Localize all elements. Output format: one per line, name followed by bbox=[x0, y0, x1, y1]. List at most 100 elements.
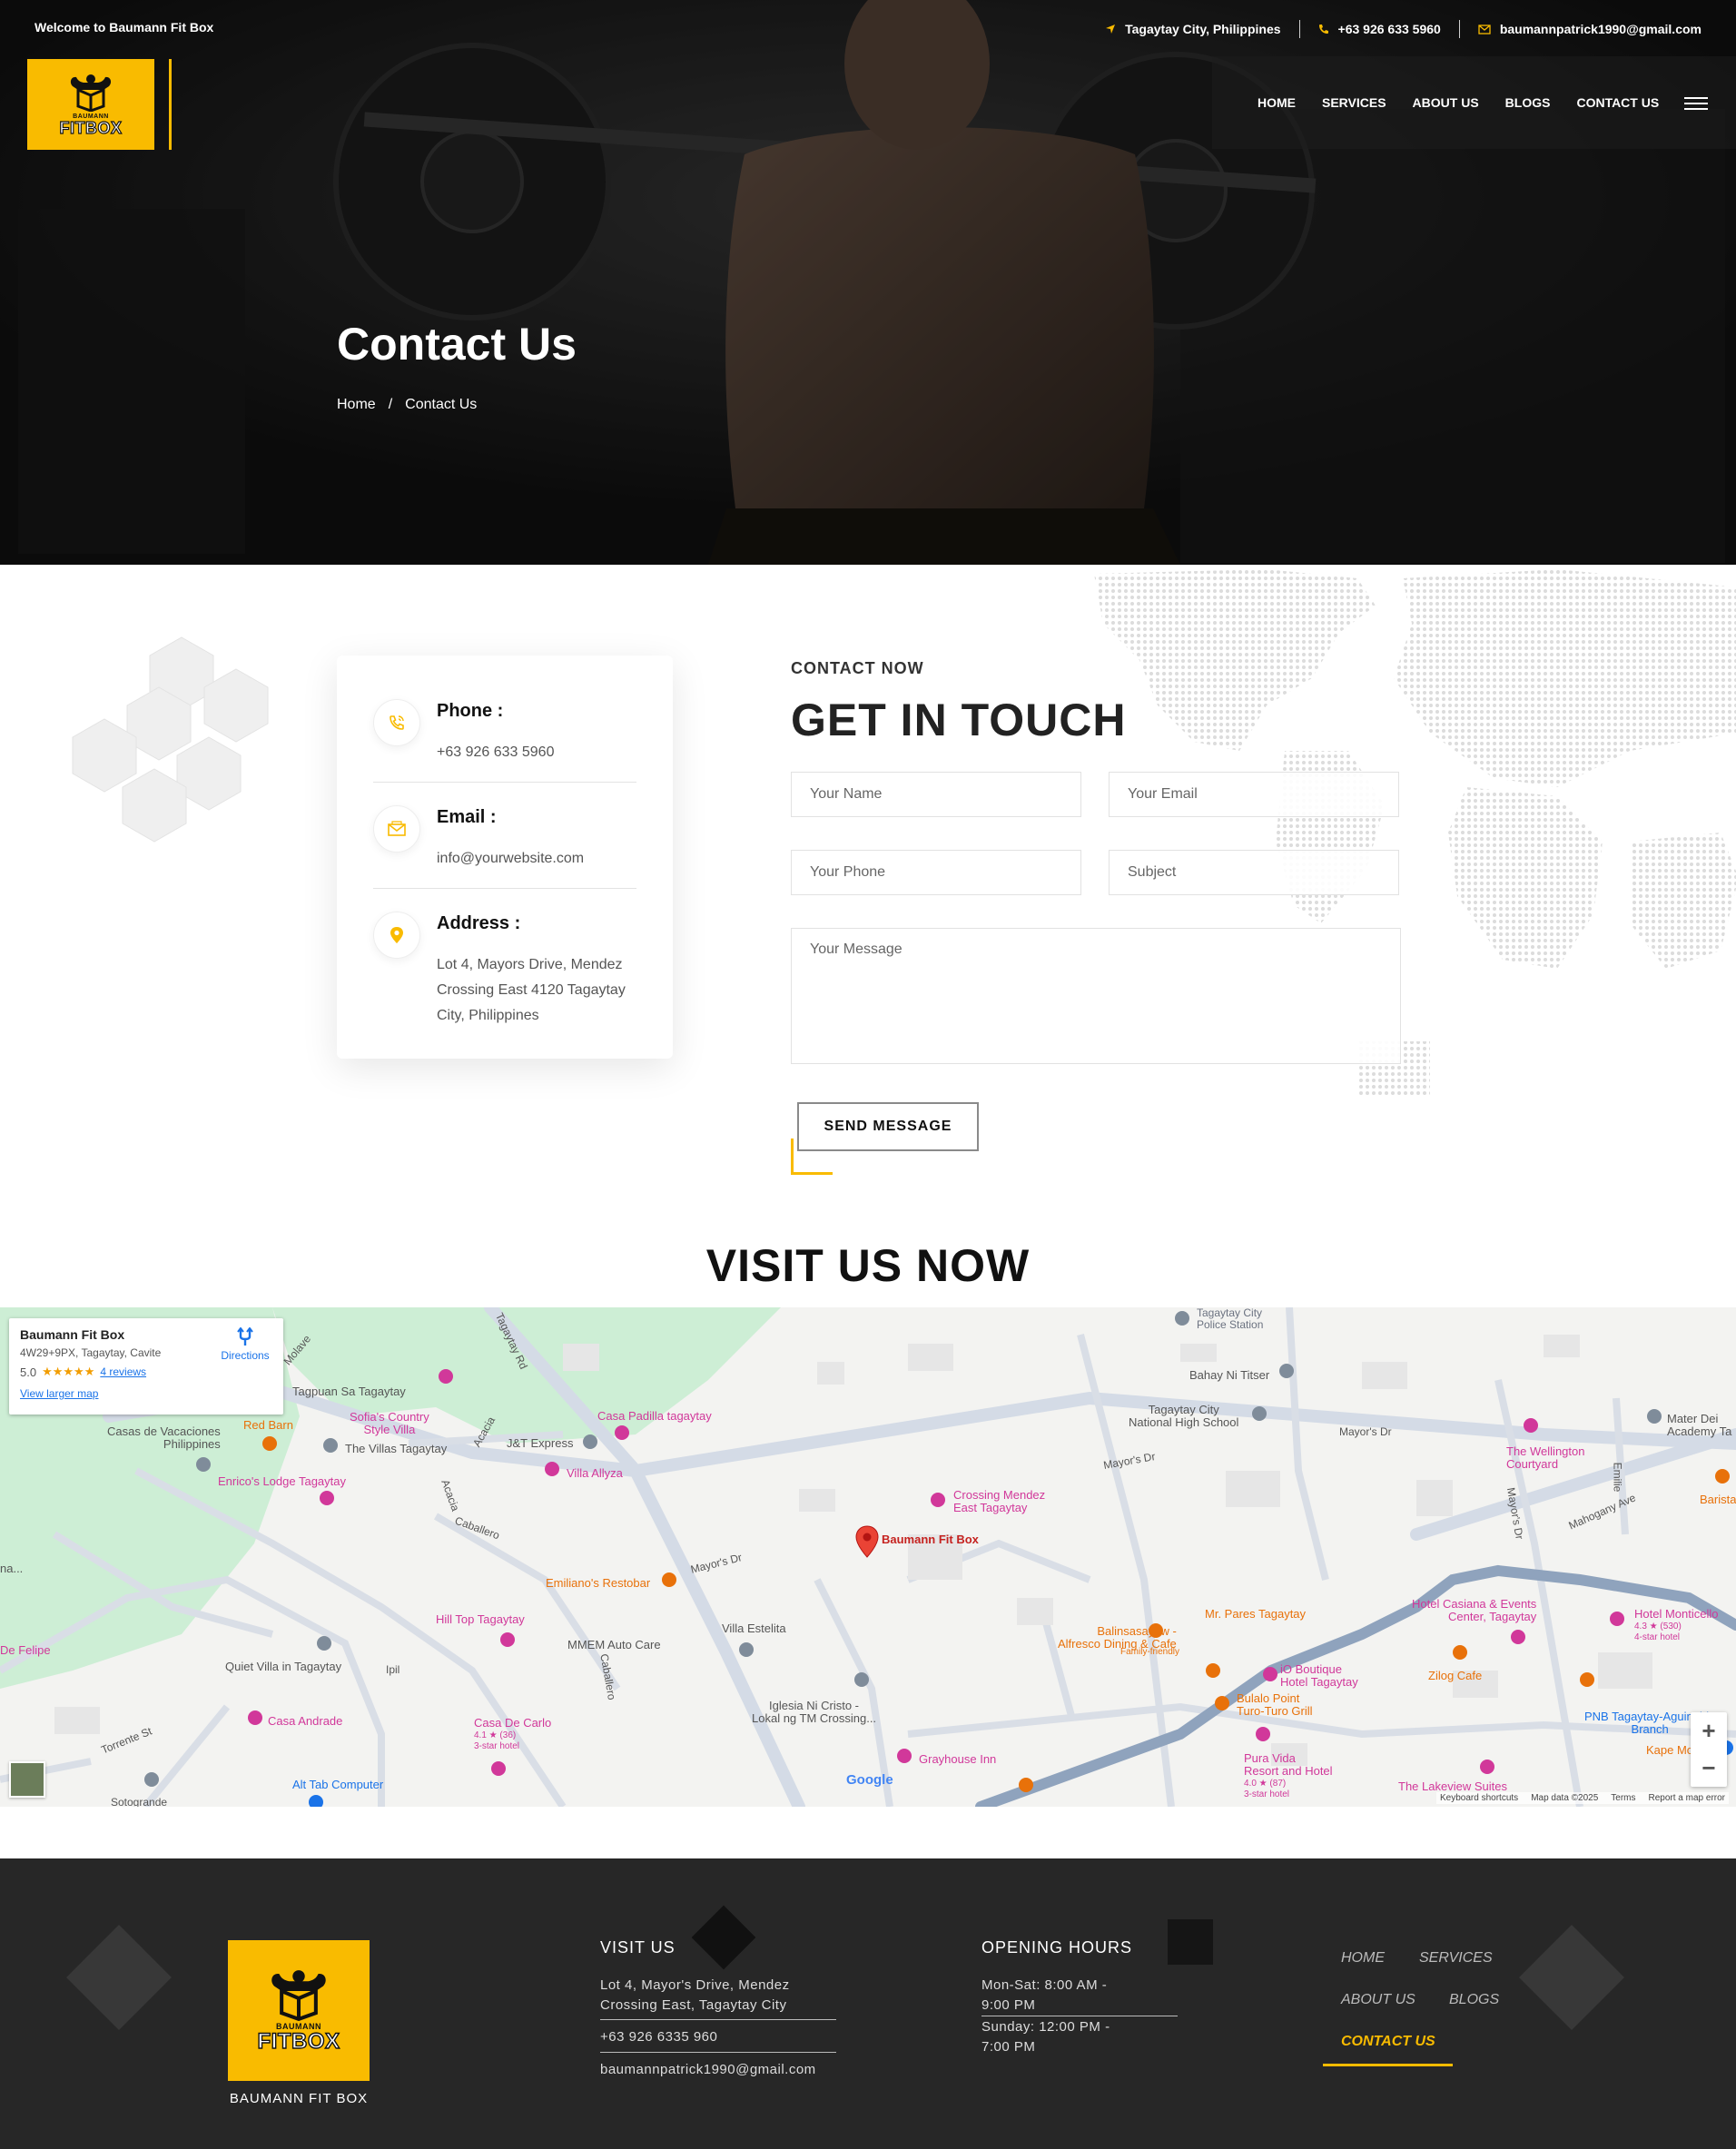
name-input[interactable] bbox=[791, 772, 1081, 817]
logo-big-text: FITBOX bbox=[257, 2029, 340, 2054]
location-text: Tagaytay City, Philippines bbox=[1125, 22, 1281, 36]
subject-input[interactable] bbox=[1109, 850, 1399, 895]
phone-info: Phone : +63 926 633 5960 bbox=[373, 699, 636, 772]
muscle-box-icon bbox=[70, 74, 112, 112]
rating-stars-icon: ★★★★★ bbox=[42, 1365, 95, 1378]
mail-icon bbox=[373, 805, 420, 853]
footer-brand-name: BAUMANN FIT BOX bbox=[229, 2091, 369, 2106]
map-footer: Keyboard shortcuts Map data ©2025 Terms … bbox=[1436, 1792, 1729, 1804]
breadcrumb-home[interactable]: Home bbox=[337, 397, 376, 413]
contact-info-card: Phone : +63 926 633 5960 Email : info@yo… bbox=[337, 656, 673, 1059]
place-name: Baumann Fit Box bbox=[20, 1327, 125, 1342]
footer-address: Lot 4, Mayor's Drive, Mendez Crossing Ea… bbox=[600, 1977, 790, 2013]
phone-ring-icon bbox=[373, 699, 420, 746]
location-item: Tagaytay City, Philippines bbox=[1105, 22, 1281, 36]
diamond-decoration bbox=[1519, 1925, 1624, 2030]
phone-text: +63 926 633 5960 bbox=[1337, 22, 1441, 36]
hamburger-menu-icon[interactable] bbox=[1684, 97, 1708, 110]
sunday-hours: Sunday: 12:00 PM - 7:00 PM bbox=[981, 2019, 1110, 2055]
hexagon-decoration bbox=[72, 636, 269, 843]
zoom-out-button[interactable]: − bbox=[1691, 1750, 1727, 1787]
divider bbox=[1298, 20, 1300, 38]
map-type-thumbnail[interactable] bbox=[9, 1761, 45, 1798]
zoom-in-button[interactable]: + bbox=[1691, 1712, 1727, 1750]
directions-label: Directions bbox=[221, 1349, 270, 1362]
site-footer: BAUMANN FITBOX BAUMANN FIT BOX VISIT US … bbox=[0, 1858, 1736, 2149]
footer-nav-services[interactable]: SERVICES bbox=[1419, 1950, 1493, 1967]
email-value[interactable]: info@yourwebsite.com bbox=[437, 846, 650, 872]
nav-services[interactable]: SERVICES bbox=[1322, 95, 1386, 110]
nav-contact[interactable]: CONTACT US bbox=[1576, 95, 1659, 110]
rating-value: 5.0 bbox=[20, 1365, 37, 1379]
terms-link[interactable]: Terms bbox=[1611, 1793, 1635, 1803]
send-message-button[interactable]: SEND MESSAGE bbox=[797, 1102, 979, 1151]
visit-title: VISIT US NOW bbox=[705, 1240, 1031, 1291]
footer-logo[interactable]: BAUMANN FITBOX bbox=[228, 1940, 370, 2081]
keyboard-shortcuts-link[interactable]: Keyboard shortcuts bbox=[1440, 1793, 1518, 1803]
footer-email[interactable]: baumannpatrick1990@gmail.com bbox=[600, 2060, 816, 2080]
footer-nav-about[interactable]: ABOUT US bbox=[1341, 1992, 1415, 2008]
reviews-link[interactable]: 4 reviews bbox=[100, 1365, 146, 1378]
page-title: Contact Us bbox=[337, 319, 577, 370]
footer-phone[interactable]: +63 926 6335 960 bbox=[600, 2027, 717, 2047]
hero-banner: Welcome to Baumann Fit Box Tagaytay City… bbox=[0, 0, 1736, 565]
footer-nav-home[interactable]: HOME bbox=[1341, 1950, 1385, 1967]
footer-nav-blogs[interactable]: BLOGS bbox=[1449, 1992, 1499, 2008]
muscle-box-icon bbox=[271, 1970, 326, 2021]
email-item[interactable]: baumannpatrick1990@gmail.com bbox=[1478, 22, 1701, 36]
email-label: Email : bbox=[437, 807, 497, 827]
active-nav-underline bbox=[1323, 2064, 1453, 2066]
directions-icon bbox=[237, 1327, 253, 1346]
logo-divider bbox=[169, 59, 172, 150]
divider bbox=[373, 782, 636, 783]
location-arrow-icon bbox=[1106, 25, 1116, 34]
main-nav: HOME SERVICES ABOUT US BLOGS CONTACT US bbox=[1258, 95, 1659, 110]
top-contacts: Tagaytay City, Philippines +63 926 633 5… bbox=[1105, 20, 1701, 38]
breadcrumb-current: Contact Us bbox=[405, 397, 478, 412]
divider bbox=[1458, 20, 1460, 38]
breadcrumb-separator: / bbox=[388, 397, 393, 412]
phone-icon bbox=[1318, 25, 1328, 34]
google-map[interactable]: Tagaytay City Police Station Bahay Ni Ti… bbox=[0, 1307, 1736, 1807]
map-data-text: Map data ©2025 bbox=[1531, 1793, 1599, 1803]
message-textarea[interactable] bbox=[791, 928, 1401, 1064]
diamond-decoration bbox=[691, 1905, 756, 1970]
address-label: Address : bbox=[437, 913, 521, 933]
breadcrumb: Home / Contact Us bbox=[337, 397, 477, 413]
email-info: Email : info@yourwebsite.com bbox=[373, 805, 636, 878]
square-decoration bbox=[1168, 1919, 1213, 1965]
directions-button[interactable]: Directions bbox=[216, 1327, 274, 1362]
weekday-hours: Mon-Sat: 8:00 AM - 9:00 PM bbox=[981, 1977, 1108, 2013]
site-logo[interactable]: BAUMANN FITBOX bbox=[27, 59, 154, 150]
opening-hours-heading: OPENING HOURS bbox=[981, 1938, 1133, 1957]
place-info-card: Baumann Fit Box 4W29+9PX, Tagaytay, Cavi… bbox=[9, 1318, 283, 1415]
nav-about[interactable]: ABOUT US bbox=[1413, 95, 1479, 110]
envelope-icon bbox=[1478, 24, 1491, 35]
divider bbox=[373, 888, 636, 889]
form-pretitle: CONTACT NOW bbox=[791, 659, 924, 677]
phone-item[interactable]: +63 926 633 5960 bbox=[1318, 22, 1441, 36]
divider bbox=[600, 2052, 836, 2053]
place-rating: 5.0 ★★★★★ 4 reviews bbox=[20, 1365, 146, 1379]
diamond-decoration bbox=[66, 1925, 172, 2030]
divider bbox=[600, 2019, 836, 2020]
phone-value[interactable]: +63 926 633 5960 bbox=[437, 740, 650, 765]
top-bar: Welcome to Baumann Fit Box Tagaytay City… bbox=[0, 0, 1736, 56]
email-input[interactable] bbox=[1109, 772, 1399, 817]
report-error-link[interactable]: Report a map error bbox=[1649, 1793, 1725, 1803]
form-title: GET IN TOUCH bbox=[791, 695, 1127, 745]
contact-section: Phone : +63 926 633 5960 Email : info@yo… bbox=[0, 565, 1736, 1200]
google-logo: Google bbox=[846, 1772, 893, 1788]
phone-label: Phone : bbox=[437, 701, 504, 721]
address-info: Address : Lot 4, Mayors Drive, Mendez Cr… bbox=[373, 912, 636, 1039]
logo-big-text: FITBOX bbox=[59, 118, 123, 137]
place-address: 4W29+9PX, Tagaytay, Cavite bbox=[20, 1346, 162, 1359]
zoom-controls: + − bbox=[1691, 1712, 1727, 1787]
map-pin-icon bbox=[373, 912, 420, 959]
visit-us-heading: VISIT US bbox=[600, 1938, 676, 1957]
phone-input[interactable] bbox=[791, 850, 1081, 895]
footer-nav-contact[interactable]: CONTACT US bbox=[1341, 2034, 1435, 2050]
nav-blogs[interactable]: BLOGS bbox=[1505, 95, 1551, 110]
nav-home[interactable]: HOME bbox=[1258, 95, 1296, 110]
view-larger-map-link[interactable]: View larger map bbox=[20, 1387, 98, 1400]
